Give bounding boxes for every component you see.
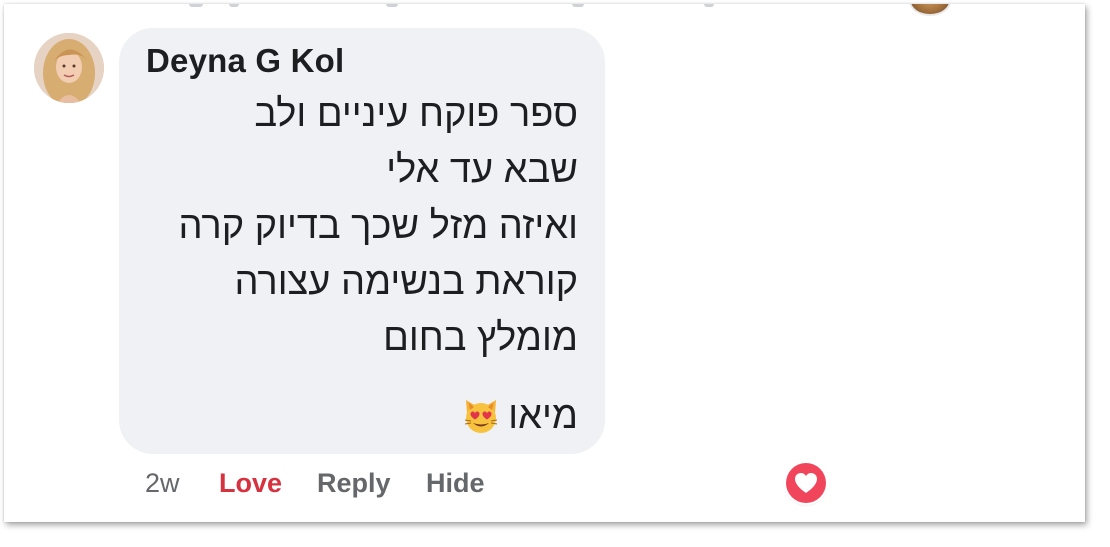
previous-avatar xyxy=(909,4,951,16)
comment-bubble: Deyna G Kol ספר פוקח עיניים ולב שבא עד א… xyxy=(119,28,605,454)
heart-eyes-cat-emoji-icon xyxy=(462,395,500,433)
comment-line: ואיזה מזל שכך בדיוק קרה xyxy=(178,205,578,247)
comment-signoff: מיאו xyxy=(508,395,578,437)
comment-line: מומלץ בחום xyxy=(383,317,578,359)
comment-line: קוראת בנשימה עצורה xyxy=(234,261,578,303)
love-reaction-icon[interactable] xyxy=(786,463,826,503)
profile-photo-icon xyxy=(34,33,104,103)
reply-button[interactable]: Reply xyxy=(317,468,391,499)
comment-text: ספר פוקח עיניים ולב שבא עד אלי ואיזה מזל… xyxy=(178,86,578,444)
comment-line: שבא עד אלי xyxy=(386,149,578,191)
comment-card: Deyna G Kol ספר פוקח עיניים ולב שבא עד א… xyxy=(4,4,1085,522)
comment-line: ספר פוקח עיניים ולב xyxy=(254,93,578,135)
comment-timestamp[interactable]: 2w xyxy=(145,468,180,499)
love-button[interactable]: Love xyxy=(219,468,282,499)
comment-signoff-line: מיאו xyxy=(178,388,578,444)
comment-author[interactable]: Deyna G Kol xyxy=(146,42,344,80)
avatar[interactable] xyxy=(34,33,104,103)
hide-button[interactable]: Hide xyxy=(426,468,485,499)
